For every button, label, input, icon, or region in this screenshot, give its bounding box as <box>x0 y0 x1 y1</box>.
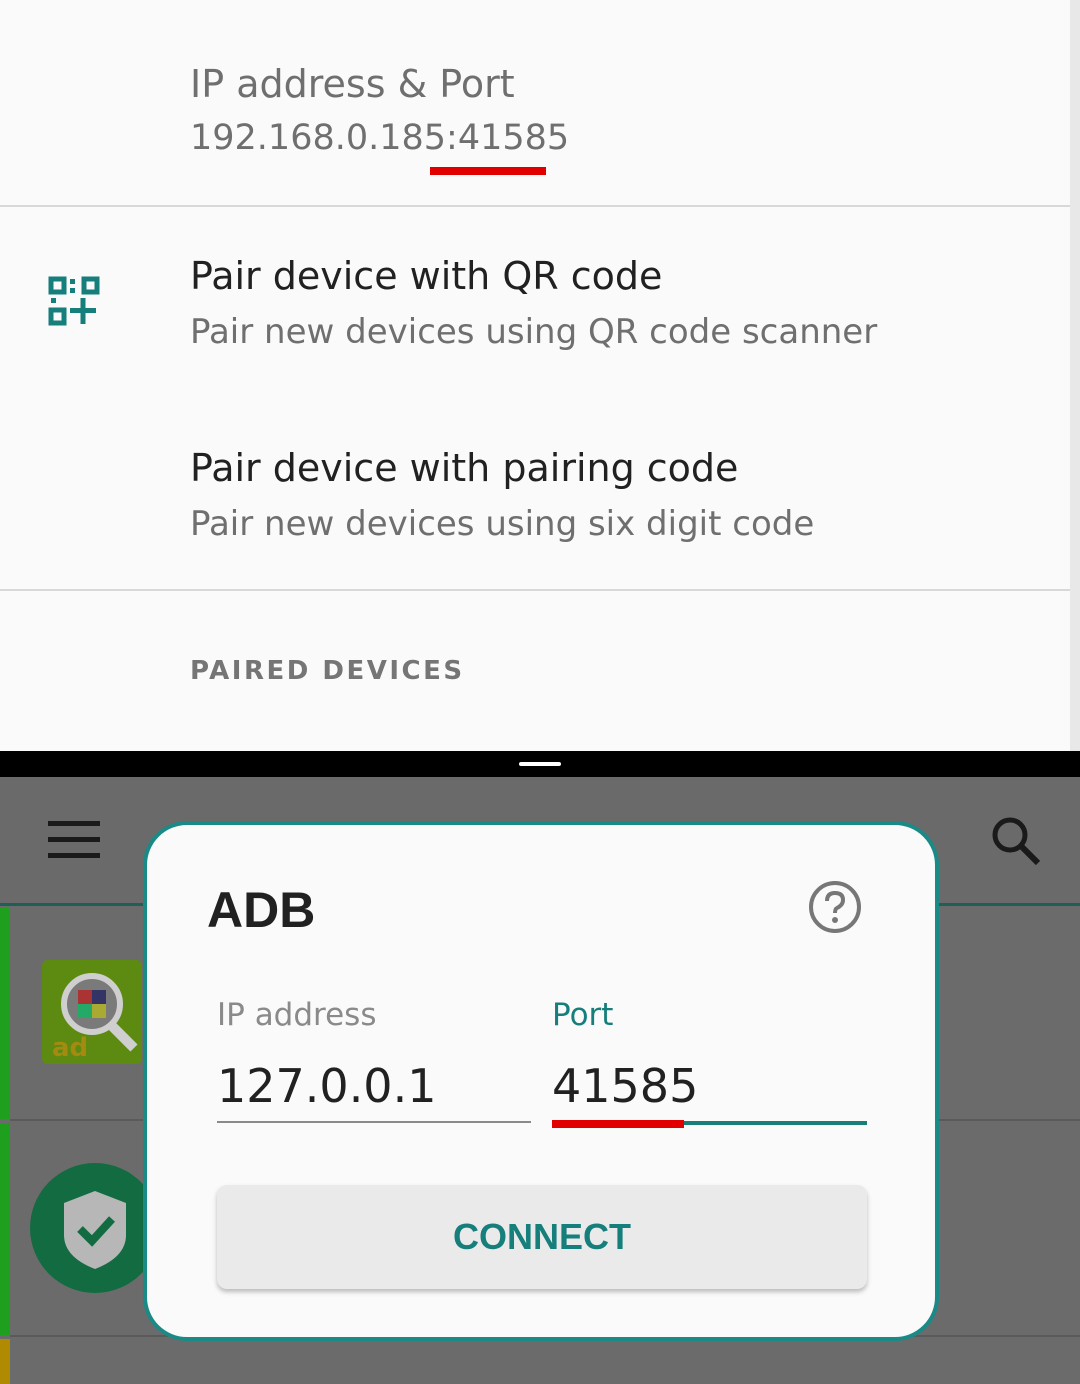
ip-address-input[interactable]: 127.0.0.1 <box>217 1059 436 1113</box>
ip-port-value: 192.168.0.185:41585 <box>190 118 570 158</box>
pair-qr-subtitle: Pair new devices using QR code scanner <box>190 312 878 352</box>
ip-port-title: IP address & Port <box>190 62 515 106</box>
divider <box>0 205 1070 207</box>
hamburger-menu-icon[interactable] <box>48 821 100 859</box>
help-circle-icon[interactable] <box>807 879 863 935</box>
pair-code-title: Pair device with pairing code <box>190 446 739 490</box>
split-handle[interactable] <box>519 762 561 766</box>
dialog-title: ADB <box>207 882 316 938</box>
search-icon[interactable] <box>990 815 1042 867</box>
settings-pane: IP address & Port 192.168.0.185:41585 Pa… <box>0 0 1080 751</box>
list-item-strip <box>0 1339 10 1384</box>
list-item-strip <box>0 907 10 1119</box>
divider <box>0 589 1070 591</box>
connect-button[interactable]: CONNECT <box>217 1185 867 1289</box>
ip-address-label: IP address <box>217 997 377 1033</box>
port-input[interactable]: 41585 <box>552 1059 698 1113</box>
ip-address-underline <box>217 1121 531 1123</box>
port-highlight-underline <box>430 167 546 175</box>
app1-text: ad <box>52 1033 88 1063</box>
pair-qr-title: Pair device with QR code <box>190 254 663 298</box>
list-item-strip <box>0 1123 10 1335</box>
port-highlight-underline <box>552 1120 684 1128</box>
magnifier-app-icon: ad <box>42 960 142 1064</box>
app-icon[interactable]: ad <box>42 960 142 1064</box>
scrollbar[interactable] <box>1070 0 1080 751</box>
shield-app-icon[interactable] <box>30 1163 160 1293</box>
shield-check-icon <box>64 1191 126 1269</box>
qr-code-add-icon <box>48 276 100 326</box>
paired-devices-header: PAIRED DEVICES <box>190 656 465 686</box>
pair-code-subtitle: Pair new devices using six digit code <box>190 504 815 544</box>
port-label: Port <box>552 997 614 1033</box>
adb-dialog: ADB IP address 127.0.0.1 Port 41585 CONN… <box>143 821 939 1341</box>
